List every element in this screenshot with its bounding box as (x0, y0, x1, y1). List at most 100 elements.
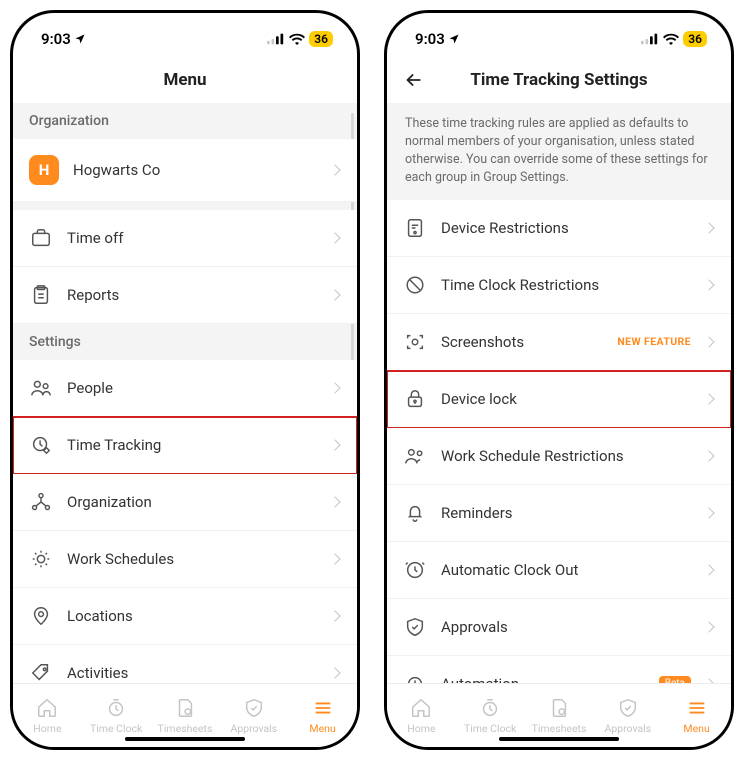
status-time: 9:03 (41, 30, 86, 48)
chevron-right-icon (329, 610, 340, 621)
tab-label: Timesheets (532, 722, 587, 735)
row-label: Work Schedule Restrictions (441, 447, 691, 465)
people-row[interactable]: People (13, 360, 357, 417)
chevron-right-icon (703, 279, 714, 290)
row-label: Work Schedules (67, 550, 317, 568)
status-time: 9:03 (415, 30, 460, 48)
auto-clock-icon (403, 558, 427, 582)
tab-menu[interactable]: Menu (288, 697, 357, 735)
clipboard-icon (29, 283, 53, 307)
time-tracking-icon (29, 433, 53, 457)
chevron-right-icon (703, 393, 714, 404)
signal-icon (641, 33, 659, 45)
automation-row[interactable]: Automation Beta (387, 656, 731, 684)
chevron-right-icon (703, 507, 714, 518)
org-row[interactable]: H Hogwarts Co (13, 139, 357, 202)
page-title: Time Tracking Settings (470, 70, 647, 90)
org-avatar: H (29, 155, 59, 185)
beta-badge: Beta (659, 676, 691, 683)
chevron-right-icon (329, 553, 340, 564)
help-text: These time tracking rules are applied as… (387, 103, 731, 200)
signal-icon (267, 33, 285, 45)
device-lock-row[interactable]: Device lock (387, 371, 731, 428)
tab-label: Menu (309, 722, 335, 735)
chevron-right-icon (329, 667, 340, 678)
tab-menu[interactable]: Menu (662, 697, 731, 735)
status-bar: 9:03 36 (13, 13, 357, 57)
scroll-area[interactable]: Organization H Hogwarts Co Time off Repo… (13, 103, 357, 683)
row-label: Reports (67, 286, 317, 304)
row-label: Device lock (441, 390, 691, 408)
time-clock-restrictions-row[interactable]: Time Clock Restrictions (387, 257, 731, 314)
reports-row[interactable]: Reports (13, 267, 357, 324)
reminders-row[interactable]: Reminders (387, 485, 731, 542)
location-icon (448, 33, 460, 45)
approvals-row[interactable]: Approvals (387, 599, 731, 656)
screenshots-row[interactable]: Screenshots NEW FEATURE (387, 314, 731, 371)
tab-label: Menu (683, 722, 709, 735)
chevron-right-icon (329, 232, 340, 243)
chevron-right-icon (329, 496, 340, 507)
row-label: Activities (67, 664, 317, 682)
tab-home[interactable]: Home (13, 697, 82, 735)
wifi-icon (663, 33, 679, 45)
tab-label: Approvals (604, 722, 651, 735)
row-label: Time off (67, 229, 317, 247)
chevron-right-icon (703, 450, 714, 461)
approvals-icon (403, 615, 427, 639)
back-button[interactable] (403, 69, 425, 91)
activities-row[interactable]: Activities (13, 645, 357, 683)
chevron-right-icon (329, 439, 340, 450)
auto-clock-out-row[interactable]: Automatic Clock Out (387, 542, 731, 599)
row-label: Device Restrictions (441, 219, 691, 237)
tab-time-clock[interactable]: Time Clock (82, 697, 151, 735)
timeoff-row[interactable]: Time off (13, 210, 357, 267)
work-schedule-restrictions-row[interactable]: Work Schedule Restrictions (387, 428, 731, 485)
tab-label: Home (33, 722, 61, 735)
location-pin-icon (29, 604, 53, 628)
new-feature-badge: NEW FEATURE (617, 335, 691, 348)
screenshot-icon (403, 330, 427, 354)
chevron-right-icon (329, 289, 340, 300)
home-indicator[interactable] (499, 737, 619, 742)
header: Menu (13, 57, 357, 103)
block-icon (403, 273, 427, 297)
row-label: Automation (441, 675, 645, 684)
page-title: Menu (163, 70, 206, 90)
automation-icon (403, 672, 427, 684)
time-tracking-row[interactable]: Time Tracking (13, 417, 357, 474)
org-name: Hogwarts Co (73, 161, 317, 179)
time-text: 9:03 (415, 30, 445, 48)
row-label: Time Tracking (67, 436, 317, 454)
tab-approvals[interactable]: Approvals (219, 697, 288, 735)
tab-time-clock[interactable]: Time Clock (456, 697, 525, 735)
tab-timesheets[interactable]: Timesheets (151, 697, 220, 735)
row-label: Automatic Clock Out (441, 561, 691, 579)
lock-icon (403, 387, 427, 411)
tab-label: Time Clock (90, 722, 142, 735)
people-gear-icon (403, 444, 427, 468)
tab-home[interactable]: Home (387, 697, 456, 735)
briefcase-icon (29, 226, 53, 250)
row-label: Locations (67, 607, 317, 625)
network-icon (29, 490, 53, 514)
device-icon (403, 216, 427, 240)
scroll-area[interactable]: These time tracking rules are applied as… (387, 103, 731, 683)
tag-icon (29, 661, 53, 683)
row-label: People (67, 379, 317, 397)
battery-badge: 36 (683, 31, 707, 47)
home-indicator[interactable] (125, 737, 245, 742)
row-label: Organization (67, 493, 317, 511)
locations-row[interactable]: Locations (13, 588, 357, 645)
work-schedules-row[interactable]: Work Schedules (13, 531, 357, 588)
time-text: 9:03 (41, 30, 71, 48)
tab-approvals[interactable]: Approvals (593, 697, 662, 735)
device-restrictions-row[interactable]: Device Restrictions (387, 200, 731, 257)
tab-timesheets[interactable]: Timesheets (525, 697, 594, 735)
wifi-icon (289, 33, 305, 45)
people-icon (29, 376, 53, 400)
chevron-right-icon (703, 336, 714, 347)
tab-label: Home (407, 722, 435, 735)
chevron-right-icon (329, 164, 340, 175)
organization-row[interactable]: Organization (13, 474, 357, 531)
